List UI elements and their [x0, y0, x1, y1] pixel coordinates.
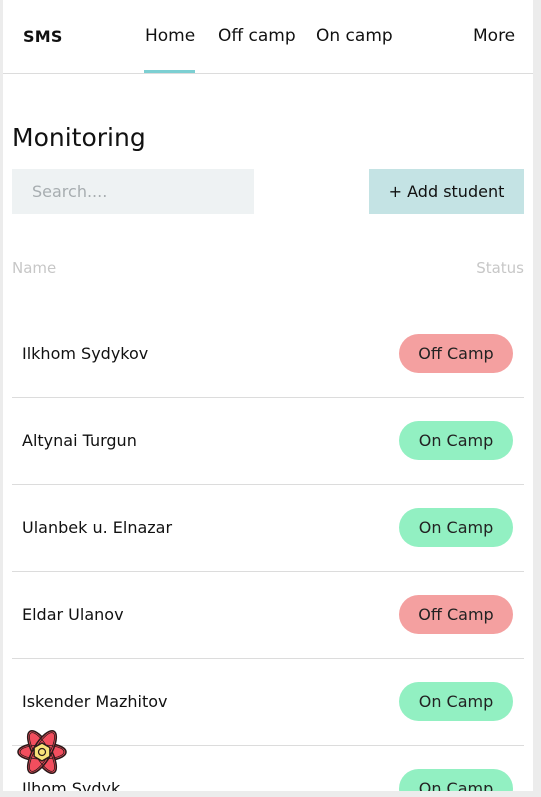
- table-row[interactable]: Iskender Mazhitov On Camp: [12, 659, 524, 746]
- nav-on-camp[interactable]: On camp: [316, 26, 393, 46]
- table-row[interactable]: Eldar Ulanov Off Camp: [12, 572, 524, 659]
- table-row[interactable]: Altynai Turgun On Camp: [12, 398, 524, 485]
- active-tab-indicator: [144, 70, 195, 73]
- page-title: Monitoring: [12, 122, 146, 152]
- column-header-name: Name: [12, 259, 57, 277]
- status-badge[interactable]: Off Camp: [399, 595, 513, 634]
- student-name: Ulanbek u. Elnazar: [22, 518, 173, 537]
- search-input[interactable]: [12, 169, 254, 214]
- student-name: Ilhom Sydyk: [22, 779, 121, 791]
- status-badge[interactable]: On Camp: [399, 508, 513, 547]
- table-row[interactable]: Ulanbek u. Elnazar On Camp: [12, 485, 524, 572]
- nav-more[interactable]: More: [473, 26, 515, 46]
- top-navigation: SMS Home Off camp On camp More: [3, 0, 533, 74]
- brand-logo[interactable]: SMS: [23, 27, 63, 46]
- student-name: Altynai Turgun: [22, 431, 137, 450]
- student-list: Ilkhom Sydykov Off Camp Altynai Turgun O…: [12, 311, 524, 791]
- status-badge[interactable]: On Camp: [399, 769, 513, 791]
- student-name: Iskender Mazhitov: [22, 692, 168, 711]
- table-row[interactable]: Ilkhom Sydykov Off Camp: [12, 311, 524, 398]
- column-header-status: Status: [476, 259, 524, 277]
- add-student-button[interactable]: + Add student: [369, 169, 524, 214]
- student-name: Eldar Ulanov: [22, 605, 124, 624]
- status-badge[interactable]: On Camp: [399, 421, 513, 460]
- status-badge[interactable]: On Camp: [399, 682, 513, 721]
- nav-home[interactable]: Home: [145, 26, 195, 46]
- status-badge[interactable]: Off Camp: [399, 334, 513, 373]
- nav-off-camp[interactable]: Off camp: [218, 26, 296, 46]
- student-name: Ilkhom Sydykov: [22, 344, 149, 363]
- react-atom-icon[interactable]: [15, 727, 69, 777]
- table-row[interactable]: Ilhom Sydyk On Camp: [12, 746, 524, 791]
- app-window: SMS Home Off camp On camp More Monitorin…: [3, 0, 533, 791]
